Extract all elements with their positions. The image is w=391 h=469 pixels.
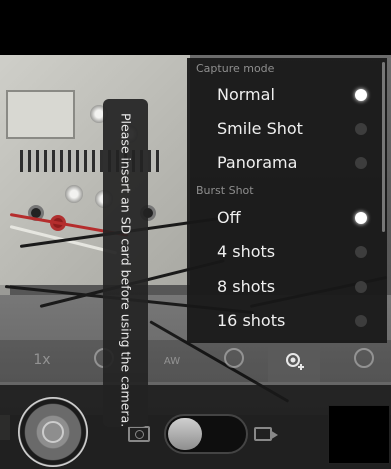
radio-unselected[interactable]: [355, 123, 367, 135]
last-photo-thumbnail[interactable]: [328, 405, 390, 464]
option-label: Panorama: [217, 153, 298, 172]
option-burst-off[interactable]: Off: [187, 201, 383, 235]
camera-screen: 1x AW Please insert an SD card before us…: [0, 0, 391, 469]
option-label: Off: [217, 208, 241, 227]
camera-settings-bar: 1x AW: [0, 340, 391, 382]
scene-icon[interactable]: [220, 348, 248, 372]
option-smile-shot[interactable]: Smile Shot: [187, 112, 383, 146]
option-label: Smile Shot: [217, 119, 303, 138]
option-label: 16 shots: [217, 311, 286, 330]
radio-selected[interactable]: [355, 212, 367, 224]
radio-unselected[interactable]: [355, 281, 367, 293]
status-bar: [0, 0, 391, 55]
video-icon: [254, 427, 272, 441]
option-label: 4 shots: [217, 242, 276, 261]
option-label: Normal: [217, 85, 275, 104]
camera-video-toggle[interactable]: [128, 414, 288, 454]
shutter-button[interactable]: [18, 397, 88, 467]
toast-message: Please insert an SD card before using th…: [118, 113, 133, 428]
radio-unselected[interactable]: [355, 246, 367, 258]
option-normal[interactable]: Normal: [187, 78, 383, 112]
settings-icon[interactable]: [350, 348, 378, 372]
section-title-burst-shot: Burst Shot: [196, 184, 254, 197]
mode-switch-track[interactable]: [164, 414, 248, 454]
option-16-shots[interactable]: 16 shots: [187, 304, 383, 338]
preview-power-supply: [0, 55, 190, 285]
sd-card-toast: Please insert an SD card before using th…: [103, 99, 148, 427]
radio-unselected[interactable]: [355, 315, 367, 327]
option-8-shots[interactable]: 8 shots: [187, 270, 383, 304]
capture-mode-menu: Capture mode Normal Smile Shot Panorama …: [187, 58, 387, 343]
mode-switch-knob[interactable]: [168, 418, 202, 450]
capture-mode-icon[interactable]: [268, 340, 320, 382]
radio-unselected[interactable]: [355, 157, 367, 169]
radio-selected[interactable]: [355, 89, 367, 101]
option-4-shots[interactable]: 4 shots: [187, 235, 383, 269]
camera-icon: [128, 426, 150, 442]
section-title-capture-mode: Capture mode: [196, 62, 275, 75]
option-panorama[interactable]: Panorama: [187, 146, 383, 180]
shutter-icon: [42, 421, 64, 443]
option-label: 8 shots: [217, 277, 276, 296]
white-balance-icon[interactable]: AW: [158, 348, 186, 372]
zoom-icon[interactable]: 1x: [28, 348, 56, 372]
